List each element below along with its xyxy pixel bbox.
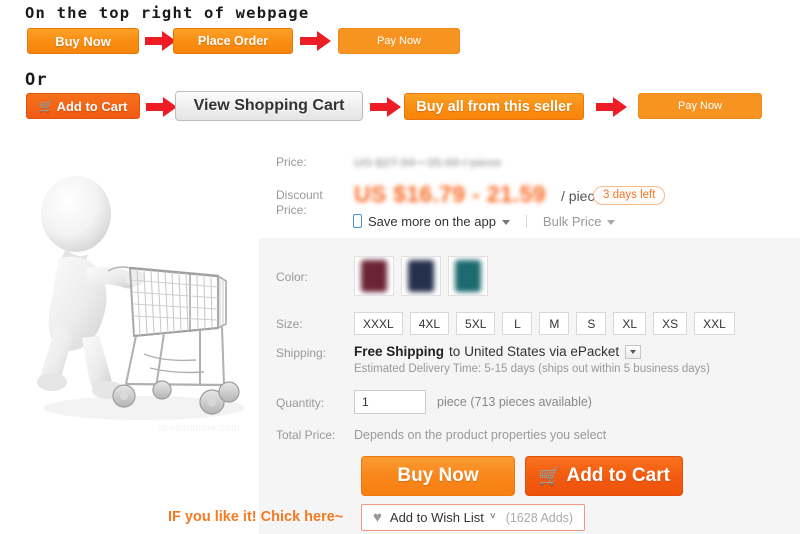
shipping-carrier: via ePacket: [549, 344, 620, 359]
shipping-dropdown-button[interactable]: [625, 344, 642, 359]
size-option[interactable]: M: [539, 312, 570, 335]
shipping-label: Shipping:: [276, 346, 327, 360]
product-detail-area: dreamstime.com Price: US $27.99 - 35.99 …: [0, 132, 800, 534]
size-label: Size:: [276, 317, 303, 331]
size-option[interactable]: XS: [653, 312, 688, 335]
flow-pay-now-button[interactable]: Pay Now: [638, 93, 762, 119]
heart-icon: ♥: [373, 509, 382, 526]
shipping-row: Shipping: Free Shipping to United States…: [259, 344, 800, 384]
chevron-down-icon[interactable]: ˅: [490, 511, 496, 522]
bulk-price-link[interactable]: Bulk Price: [543, 214, 602, 229]
flow-heading-top-right: On the top right of webpage: [25, 4, 310, 22]
shopping-cart-icon: 🛒: [538, 466, 561, 486]
quantity-input[interactable]: [354, 390, 426, 414]
total-price-label: Total Price:: [276, 428, 336, 442]
flow-heading-or: Or: [25, 70, 48, 90]
flow-row-buy-now-path: Buy Now Place Order Pay Now: [0, 28, 800, 58]
flow-view-shopping-cart-button[interactable]: View Shopping Cart: [175, 91, 363, 121]
product-properties-panel: Color: Size: XXXL 4XL 5XL L M S XL XS XX…: [168, 238, 800, 534]
shipping-country: United States: [464, 344, 546, 359]
size-option-list: XXXL 4XL 5XL L M S XL XS XXL: [354, 312, 735, 335]
flow-pay-now-button[interactable]: Pay Now: [338, 28, 460, 54]
size-option[interactable]: XL: [613, 312, 647, 335]
size-row: Size: XXXL 4XL 5XL L M S XL XS XXL: [259, 312, 800, 338]
quantity-availability-note: piece (713 pieces available): [437, 395, 592, 409]
total-price-row: Total Price: Depends on the product prop…: [259, 426, 800, 446]
add-to-wish-list-label: Add to Wish List: [389, 510, 484, 525]
price-block: Price: US $27.99 - 35.99 / piece Discoun…: [259, 146, 800, 238]
size-option[interactable]: XXL: [694, 312, 735, 335]
discount-price-label: Discount Price:: [276, 188, 323, 217]
shipping-method: Free Shipping to United States via ePack…: [354, 344, 710, 359]
shipping-estimated-delivery: Estimated Delivery Time: 5-15 days (ship…: [354, 363, 711, 375]
size-option[interactable]: S: [576, 312, 607, 335]
figure-with-cart-illustration: [37, 176, 244, 420]
wishlist-count: (1628 Adds): [505, 510, 574, 525]
total-price-value: Depends on the product properties you se…: [354, 428, 607, 442]
color-swatch-list: [354, 256, 488, 296]
size-option[interactable]: L: [502, 312, 533, 335]
wishlist-annotation-text: IF you like it! Chick here~: [168, 509, 344, 525]
chevron-down-icon[interactable]: [501, 219, 510, 225]
image-watermark: dreamstime.com: [159, 423, 240, 434]
color-swatch-option[interactable]: [354, 256, 394, 296]
price-label: Price:: [276, 155, 307, 169]
quantity-row: Quantity: piece (713 pieces available): [259, 390, 800, 418]
color-label: Color:: [276, 270, 309, 284]
flow-arrow-icon: [370, 97, 401, 117]
color-swatch-option[interactable]: [401, 256, 441, 296]
flow-add-to-cart-button[interactable]: 🛒 Add to Cart: [26, 93, 140, 119]
add-to-cart-label: Add to Cart: [566, 465, 670, 486]
add-to-cart-button[interactable]: 🛒 Add to Cart: [525, 456, 683, 496]
flow-buy-all-from-seller-button[interactable]: Buy all from this seller: [404, 93, 584, 120]
original-price: US $27.99 - 35.99 / piece: [354, 155, 502, 170]
product-image: dreamstime.com: [4, 140, 254, 440]
flow-row-add-to-cart-path: 🛒 Add to Cart View Shopping Cart Buy all…: [0, 91, 800, 123]
flow-place-order-button[interactable]: Place Order: [173, 28, 293, 54]
chevron-down-icon[interactable]: [607, 219, 616, 225]
shopping-cart-icon: 🛒: [38, 99, 54, 113]
divider: [525, 214, 527, 228]
color-swatch-option[interactable]: [448, 256, 488, 296]
size-option[interactable]: 5XL: [456, 312, 496, 335]
quantity-label: Quantity:: [276, 396, 325, 410]
days-left-badge: 3 days left: [593, 186, 666, 205]
wishlist-row: IF you like it! Chick here~ ♥ Add to Wis…: [168, 504, 800, 534]
free-shipping-text: Free Shipping: [354, 344, 445, 359]
color-row: Color:: [259, 256, 800, 302]
save-more-on-app-link[interactable]: Save more on the app: [368, 214, 496, 229]
flow-arrow-icon: [146, 97, 177, 117]
mobile-phone-icon: [353, 214, 362, 228]
shipping-to-text: to: [449, 344, 461, 359]
size-option[interactable]: 4XL: [409, 312, 450, 335]
flow-arrow-icon: [300, 31, 331, 51]
flow-buy-now-button[interactable]: Buy Now: [27, 28, 139, 54]
instruction-flow-section: On the top right of webpage Buy Now Plac…: [0, 0, 800, 132]
action-buttons-row: Buy Now 🛒 Add to Cart: [259, 456, 800, 498]
add-to-wish-list-button[interactable]: ♥ Add to Wish List ˅ (1628 Adds): [361, 504, 586, 531]
flow-add-to-cart-label: Add to Cart: [56, 98, 128, 114]
flow-arrow-icon: [596, 97, 627, 117]
discount-price-value: US $16.79 - 21.59: [354, 181, 546, 207]
size-option[interactable]: XXXL: [354, 312, 403, 335]
app-promo-row: Save more on the app Bulk Price: [353, 212, 616, 230]
buy-now-button[interactable]: Buy Now: [361, 456, 515, 496]
